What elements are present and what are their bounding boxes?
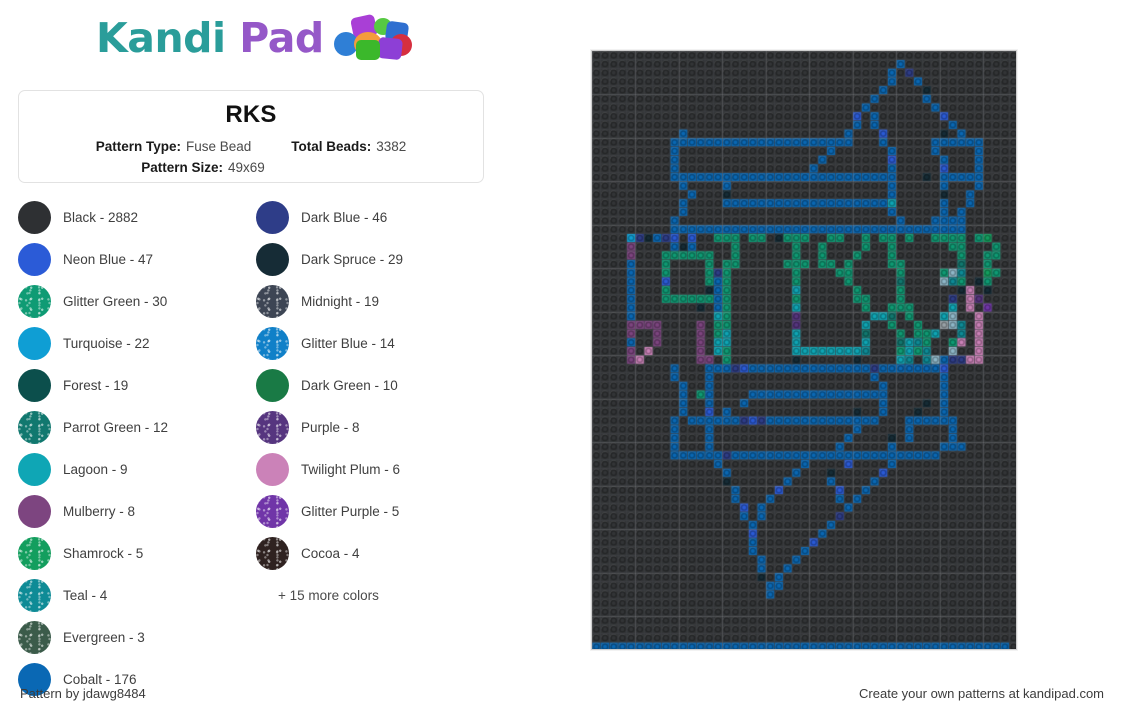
legend-item[interactable]: Dark Blue - 46 <box>256 196 488 238</box>
legend-item-label: Parrot Green - 12 <box>63 419 169 435</box>
legend-item-label: Glitter Blue - 14 <box>301 335 395 351</box>
legend-item[interactable]: Parrot Green - 12 <box>18 406 250 448</box>
legend-color-swatch <box>18 536 51 570</box>
legend-color-swatch <box>18 242 51 276</box>
pattern-type-value: Fuse Bead <box>185 139 252 154</box>
legend-item-label: Glitter Green - 30 <box>63 293 168 309</box>
legend-item-label: Twilight Plum - 6 <box>301 461 401 477</box>
legend-color-swatch <box>18 368 51 402</box>
brand-logo[interactable]: Kandi Pad <box>96 13 412 61</box>
legend-color-swatch <box>18 200 51 234</box>
legend-color-swatch <box>18 284 51 318</box>
legend-item[interactable]: Glitter Purple - 5 <box>256 490 488 532</box>
brand-logo-text: Kandi Pad <box>96 17 324 59</box>
legend-color-swatch <box>18 452 51 486</box>
legend-item[interactable]: Turquoise - 22 <box>18 322 250 364</box>
legend-item-label: Teal - 4 <box>63 587 108 603</box>
legend-color-swatch <box>256 536 289 570</box>
legend-color-swatch <box>256 452 289 486</box>
legend-item[interactable]: Lagoon - 9 <box>18 448 250 490</box>
pattern-info-card: RKS Pattern Type: Fuse Bead Total Beads:… <box>18 90 484 183</box>
more-colors-label[interactable]: + 15 more colors <box>256 574 488 616</box>
page-title: RKS <box>225 101 277 128</box>
color-legend: Black - 2882 Neon Blue - 47 Glitter Green … <box>18 196 488 700</box>
legend-color-swatch <box>18 410 51 444</box>
legend-color-swatch <box>18 494 51 528</box>
legend-item[interactable]: Teal - 4 <box>18 574 250 616</box>
pattern-size-value: 49x69 <box>227 159 265 175</box>
legend-item[interactable]: Glitter Green - 30 <box>18 280 250 322</box>
pattern-meta-row-1: Pattern Type: Fuse Bead Total Beads: 338… <box>19 137 483 158</box>
pattern-meta-row-2: Pattern Size: 49x69 <box>19 158 483 179</box>
kandipad-pattern-page: Kandi Pad RKS Pattern Type: Fuse Bead To… <box>0 0 1124 720</box>
pattern-author: Pattern by jdawg8484 <box>20 686 146 701</box>
legend-item-label: Cobalt - 176 <box>63 671 137 687</box>
legend-color-swatch <box>18 326 51 360</box>
beads-cluster-icon <box>333 13 412 61</box>
legend-item-label: Forest - 19 <box>63 377 129 393</box>
legend-color-swatch <box>256 284 289 318</box>
legend-color-swatch <box>18 578 51 612</box>
legend-item[interactable]: Mulberry - 8 <box>18 490 250 532</box>
legend-item-label: Cocoa - 4 <box>301 545 360 561</box>
bead-pattern-preview[interactable] <box>591 50 1017 650</box>
bead-grid-canvas[interactable] <box>592 51 1016 649</box>
legend-color-swatch <box>256 242 289 276</box>
legend-color-swatch <box>256 494 289 528</box>
total-beads-label: Total Beads: <box>291 139 372 154</box>
legend-color-swatch <box>18 620 51 654</box>
legend-item[interactable]: Forest - 19 <box>18 364 250 406</box>
legend-item[interactable]: Dark Green - 10 <box>256 364 488 406</box>
legend-color-swatch <box>256 326 289 360</box>
legend-item-label: Dark Blue - 46 <box>301 209 388 225</box>
legend-item-label: Black - 2882 <box>63 209 139 225</box>
left-column: Kandi Pad RKS Pattern Type: Fuse Bead To… <box>0 0 500 696</box>
brand-name-pad: Pad <box>225 13 324 62</box>
total-beads-value: 3382 <box>376 139 407 154</box>
legend-color-swatch <box>256 410 289 444</box>
legend-item-label: Lagoon - 9 <box>63 461 128 477</box>
legend-item-label: Shamrock - 5 <box>63 545 144 561</box>
legend-item-label: Glitter Purple - 5 <box>301 503 400 519</box>
site-promo[interactable]: Create your own patterns at kandipad.com <box>859 686 1104 701</box>
legend-item[interactable]: Shamrock - 5 <box>18 532 250 574</box>
legend-item-label: Mulberry - 8 <box>63 503 136 519</box>
legend-color-swatch <box>256 368 289 402</box>
legend-item-label: Dark Green - 10 <box>301 377 398 393</box>
legend-item[interactable]: Purple - 8 <box>256 406 488 448</box>
pattern-type-label: Pattern Type: <box>95 139 181 154</box>
legend-item[interactable]: Cocoa - 4 <box>256 532 488 574</box>
legend-item[interactable]: Glitter Blue - 14 <box>256 322 488 364</box>
legend-item[interactable]: Dark Spruce - 29 <box>256 238 488 280</box>
legend-item[interactable]: Evergreen - 3 <box>18 616 250 658</box>
brand-name-kandi: Kandi <box>96 13 226 62</box>
legend-item[interactable]: Neon Blue - 47 <box>18 238 250 280</box>
pattern-size-label: Pattern Size: <box>141 159 223 175</box>
legend-item-label: Purple - 8 <box>301 419 360 435</box>
legend-item[interactable]: Twilight Plum - 6 <box>256 448 488 490</box>
legend-item-label: Dark Spruce - 29 <box>301 251 404 267</box>
pattern-meta: Pattern Type: Fuse Bead Total Beads: 338… <box>19 137 483 179</box>
legend-item[interactable]: Black - 2882 <box>18 196 250 238</box>
legend-item[interactable]: Midnight - 19 <box>256 280 488 322</box>
legend-item-label: Evergreen - 3 <box>63 629 145 645</box>
legend-color-swatch <box>256 200 289 234</box>
legend-item-label: Neon Blue - 47 <box>63 251 154 267</box>
legend-item-label: Midnight - 19 <box>301 293 380 309</box>
legend-item-label: Turquoise - 22 <box>63 335 150 351</box>
